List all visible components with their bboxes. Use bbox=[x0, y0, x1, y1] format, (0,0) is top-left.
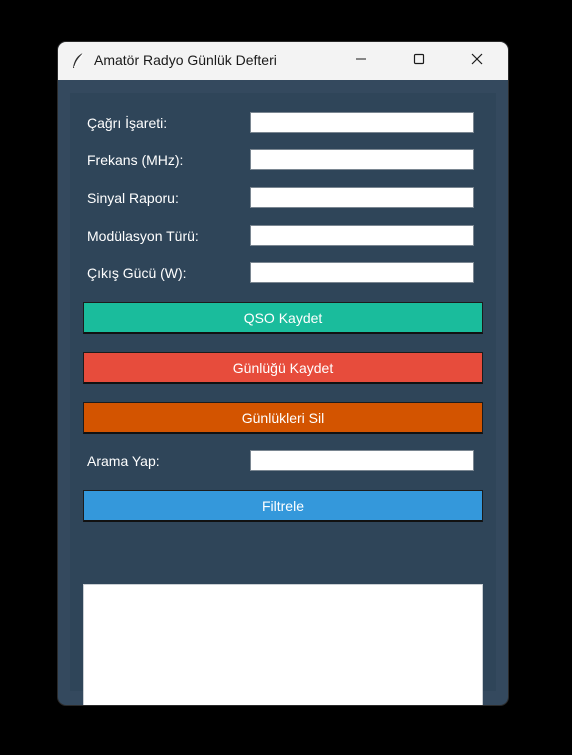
search-label: Arama Yap: bbox=[87, 453, 160, 469]
callsign-input[interactable] bbox=[250, 112, 474, 133]
save-log-button[interactable]: Günlüğü Kaydet bbox=[83, 352, 483, 384]
log-display-textbox[interactable] bbox=[83, 584, 483, 705]
power-input[interactable] bbox=[250, 262, 474, 283]
filter-button[interactable]: Filtrele bbox=[83, 490, 483, 522]
maximize-button[interactable] bbox=[396, 42, 442, 80]
signal-report-label: Sinyal Raporu: bbox=[87, 190, 179, 206]
close-icon bbox=[471, 52, 483, 70]
signal-report-input[interactable] bbox=[250, 187, 474, 208]
callsign-label: Çağrı İşareti: bbox=[87, 115, 168, 131]
title-bar[interactable]: Amatör Radyo Günlük Defteri bbox=[58, 42, 508, 80]
feather-icon bbox=[70, 52, 86, 70]
save-qso-button[interactable]: QSO Kaydet bbox=[83, 302, 483, 334]
delete-logs-button[interactable]: Günlükleri Sil bbox=[83, 402, 483, 434]
close-button[interactable] bbox=[454, 42, 500, 80]
search-input[interactable] bbox=[250, 450, 474, 471]
maximize-icon bbox=[413, 52, 425, 70]
minimize-icon bbox=[355, 52, 367, 70]
window-title: Amatör Radyo Günlük Defteri bbox=[94, 52, 277, 68]
modulation-input[interactable] bbox=[250, 225, 474, 246]
power-label: Çıkış Gücü (W): bbox=[87, 265, 187, 281]
modulation-label: Modülasyon Türü: bbox=[87, 228, 199, 244]
frequency-label: Frekans (MHz): bbox=[87, 152, 184, 168]
app-window: Amatör Radyo Günlük Defteri Çağrı İşaret… bbox=[58, 42, 508, 705]
frequency-input[interactable] bbox=[250, 149, 474, 170]
minimize-button[interactable] bbox=[338, 42, 384, 80]
form-panel: Çağrı İşareti: Frekans (MHz): Sinyal Rap… bbox=[70, 93, 496, 705]
